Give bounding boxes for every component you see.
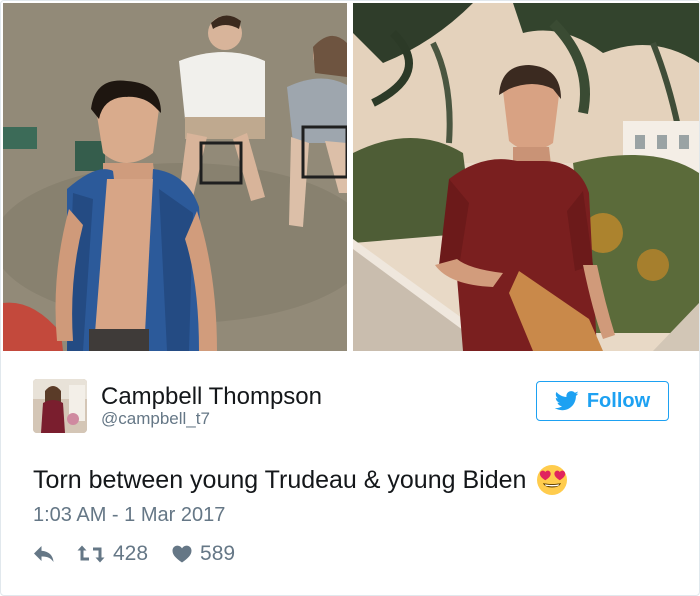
like-count: 589 bbox=[200, 542, 236, 565]
tweet-actions: 428 589 bbox=[33, 539, 235, 569]
retweet-count: 428 bbox=[113, 542, 149, 565]
tweet-text: Torn between young Trudeau & young Biden bbox=[33, 463, 568, 497]
follow-button[interactable]: Follow bbox=[536, 381, 669, 421]
user-handle[interactable]: @campbell_t7 bbox=[101, 409, 210, 429]
tweet-header: Campbell Thompson @campbell_t7 Follow bbox=[33, 379, 673, 435]
tweet-card: Campbell Thompson @campbell_t7 Follow To… bbox=[0, 0, 700, 596]
photo-young-trudeau[interactable] bbox=[3, 3, 347, 351]
avatar-image bbox=[33, 379, 87, 433]
retweet-icon bbox=[77, 544, 105, 564]
tweet-media bbox=[3, 3, 699, 351]
heart-icon bbox=[172, 545, 192, 563]
tweet-text-content: Torn between young Trudeau & young Biden bbox=[33, 466, 527, 494]
photo-right-image bbox=[353, 3, 699, 351]
reply-icon bbox=[33, 545, 55, 563]
reply-button[interactable] bbox=[33, 545, 55, 563]
user-name[interactable]: Campbell Thompson bbox=[101, 383, 322, 411]
retweet-button[interactable]: 428 bbox=[77, 542, 148, 566]
like-button[interactable]: 589 bbox=[172, 542, 235, 566]
photo-left-image bbox=[3, 3, 347, 351]
avatar[interactable] bbox=[33, 379, 87, 433]
photo-young-biden[interactable] bbox=[353, 3, 699, 351]
heart-eyes-emoji-icon bbox=[536, 464, 568, 496]
follow-label: Follow bbox=[586, 389, 651, 412]
tweet-timestamp[interactable]: 1:03 AM - 1 Mar 2017 bbox=[33, 503, 225, 527]
twitter-bird-icon bbox=[554, 391, 579, 411]
